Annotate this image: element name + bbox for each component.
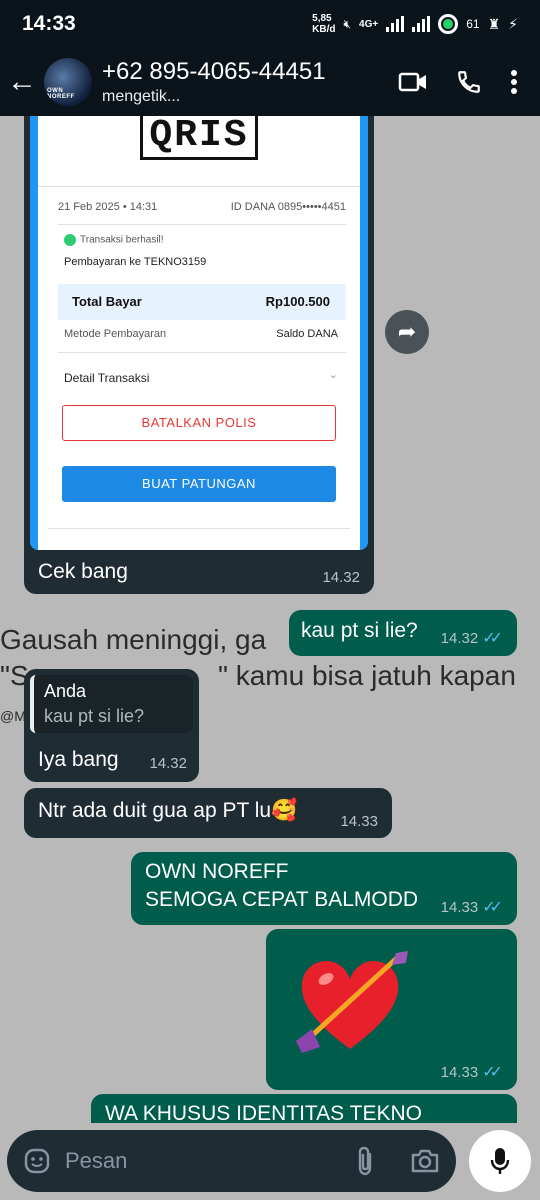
qris-logo: QRIS <box>38 116 360 160</box>
video-call-icon[interactable] <box>398 71 428 93</box>
avatar-text: OWN NOREFF <box>47 88 75 100</box>
total-value: Rp100.500 <box>265 294 330 309</box>
cancel-policy-button: BATALKAN POLIS <box>62 405 336 441</box>
message-time: 14.32 ✓✓ <box>441 628 503 648</box>
receipt-date: 21 Feb 2025 • 14:31 <box>58 201 158 213</box>
read-ticks-icon: ✓✓ <box>482 899 503 916</box>
receipt-dana-id: ID DANA 0895•••••4451 <box>230 201 346 213</box>
check-icon <box>64 234 76 246</box>
contact-status: mengetik... <box>102 88 181 105</box>
network-type: 4G+ <box>359 18 379 30</box>
message-input[interactable]: Pesan <box>7 1130 456 1192</box>
status-bar: 14:33 5,85 KB/d 🔇︎ 4G+ 61 ♜ ⚡︎ <box>0 0 540 48</box>
receipt-paper: QRIS 21 Feb 2025 • 14:31 ID DANA 0895•••… <box>38 116 360 550</box>
emoji-icon[interactable] <box>23 1147 51 1175</box>
message-text: Ntr ada duit gua ap PT lu🥰 <box>38 799 298 822</box>
message-time: 14.33 <box>340 813 378 830</box>
network-speed: 5,85 KB/d <box>312 13 336 35</box>
message-bubble[interactable]: WA KHUSUS IDENTITAS TEKNO <box>91 1094 517 1123</box>
header-actions <box>398 69 518 95</box>
message-line: OWN NOREFF <box>145 860 289 883</box>
message-line: SEMOGA CEPAT BALMODD <box>145 888 419 911</box>
receipt-payee: Pembayaran ke TEKNO3159 <box>64 256 207 268</box>
mic-icon <box>490 1148 510 1174</box>
mic-button[interactable] <box>469 1130 531 1192</box>
back-arrow-icon[interactable]: ← <box>0 65 44 99</box>
reply-message-bubble[interactable]: Anda kau pt si lie? Iya bang 14.32 <box>24 669 199 782</box>
image-message[interactable]: QRIS 21 Feb 2025 • 14:31 ID DANA 0895•••… <box>24 116 374 594</box>
background-text: @M <box>0 708 26 724</box>
quote-author: Anda <box>44 681 87 701</box>
charging-icon: ⚡︎ <box>508 15 518 32</box>
background-text: " kamu bisa jatuh kapan <box>218 660 516 691</box>
status-time: 14:33 <box>22 12 76 35</box>
signal-icon-2 <box>412 16 431 32</box>
trophy-icon: ♜ <box>487 15 501 32</box>
status-icons: 5,85 KB/d 🔇︎ 4G+ 61 ♜ ⚡︎ <box>312 13 518 35</box>
detail-label: Detail Transaksi <box>64 371 150 385</box>
message-text: WA KHUSUS IDENTITAS TEKNO <box>105 1102 422 1123</box>
message-bubble[interactable]: OWN NOREFF SEMOGA CEPAT BALMODD 14.33 ✓✓ <box>131 852 517 925</box>
message-text: Iya bang <box>38 748 119 771</box>
input-placeholder: Pesan <box>65 1148 128 1173</box>
input-bar: Pesan <box>0 1123 540 1200</box>
message-bubble[interactable]: kau pt si lie? 14.32 ✓✓ <box>289 610 517 656</box>
read-ticks-icon: ✓✓ <box>482 1064 503 1081</box>
method-value: Saldo DANA <box>276 328 338 340</box>
background-text: Gausah meninggi, ga <box>0 624 267 655</box>
chat-area[interactable]: QRIS 21 Feb 2025 • 14:31 ID DANA 0895•••… <box>0 116 540 1123</box>
quote-text: kau pt si lie? <box>44 706 145 726</box>
receipt-image[interactable]: QRIS 21 Feb 2025 • 14:31 ID DANA 0895•••… <box>30 116 368 550</box>
receipt-success: Transaksi berhasil! <box>64 234 164 246</box>
input-actions <box>354 1146 440 1176</box>
mute-icon: 🔇︎ <box>343 16 352 31</box>
read-ticks-icon: ✓✓ <box>482 630 503 647</box>
camera-icon[interactable] <box>410 1148 440 1174</box>
chevron-down-icon: ⌄ <box>328 369 338 381</box>
message-bubble[interactable]: Ntr ada duit gua ap PT lu🥰 14.33 <box>24 788 392 838</box>
more-vert-icon[interactable] <box>510 69 518 95</box>
phone-icon[interactable] <box>456 69 482 95</box>
message-time: 14.32 <box>149 755 187 772</box>
heart-with-arrow-sticker <box>296 951 408 1053</box>
contact-info[interactable]: +62 895-4065-44451 mengetik... <box>102 58 326 106</box>
quoted-message[interactable]: Anda kau pt si lie? <box>30 675 193 733</box>
message-time: 14.33 ✓✓ <box>441 897 503 917</box>
message-text: kau pt si lie? <box>301 619 418 642</box>
message-time: 14.33 ✓✓ <box>441 1062 503 1082</box>
chat-header: ← OWN NOREFF +62 895-4065-44451 mengetik… <box>0 48 540 116</box>
message-text: Cek bang <box>38 560 128 583</box>
signal-icon <box>386 16 405 32</box>
attach-icon[interactable] <box>354 1146 376 1176</box>
total-label: Total Bayar <box>72 294 142 309</box>
battery-level: 61 <box>466 17 480 31</box>
sticker-message[interactable]: 14.33 ✓✓ <box>266 929 517 1090</box>
message-time: 14.32 <box>322 569 360 586</box>
method-label: Metode Pembayaran <box>64 328 167 340</box>
avatar[interactable]: OWN NOREFF <box>44 58 92 106</box>
contact-name: +62 895-4065-44451 <box>102 58 326 85</box>
battery-icon <box>438 14 459 34</box>
forward-icon[interactable]: ➦ <box>385 310 429 354</box>
split-bill-button: BUAT PATUNGAN <box>62 466 336 502</box>
